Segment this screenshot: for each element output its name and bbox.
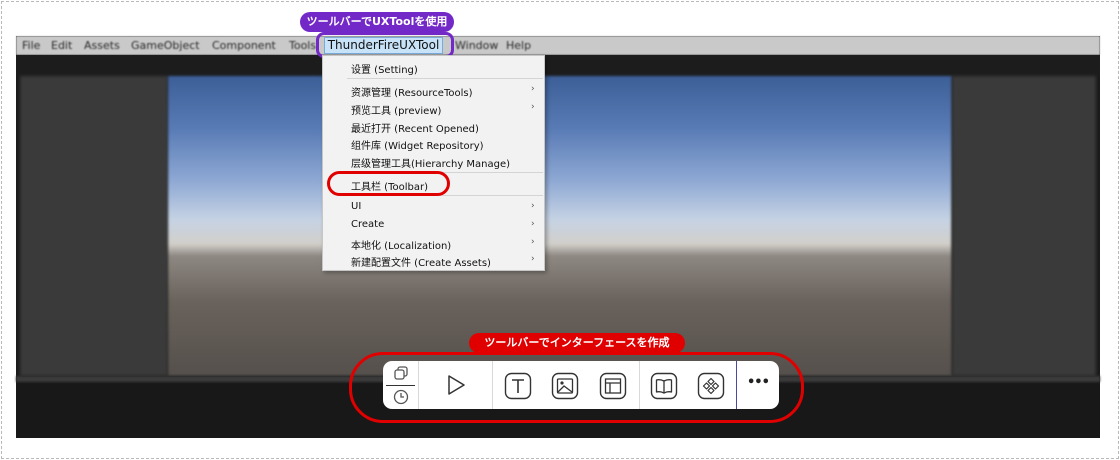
hierarchy-panel — [20, 76, 168, 376]
submenu-arrow-icon: › — [531, 201, 535, 211]
text-icon[interactable] — [504, 372, 532, 400]
submenu-arrow-icon: › — [531, 219, 535, 229]
scene-viewport[interactable] — [168, 76, 952, 376]
menu-bar: File Edit Assets GameObject Component To… — [16, 36, 1100, 55]
menu-window[interactable]: Window — [455, 39, 498, 52]
menu-item-hierarchy-manage[interactable]: 层级管理工具(Hierarchy Manage) — [351, 155, 510, 170]
menu-item-create[interactable]: Create — [351, 219, 384, 230]
menu-item-resource-tools[interactable]: 资源管理 (ResourceTools) — [351, 84, 472, 99]
menu-item-ui[interactable]: UI — [351, 201, 361, 212]
book-icon[interactable] — [650, 372, 678, 400]
layout-icon[interactable] — [599, 372, 627, 400]
submenu-arrow-icon: › — [531, 102, 535, 112]
widget-icon[interactable] — [697, 372, 725, 400]
submenu-arrow-icon: › — [531, 254, 535, 264]
group-divider — [386, 385, 415, 386]
duplicate-icon[interactable] — [392, 365, 410, 383]
menu-file[interactable]: File — [22, 39, 40, 52]
clock-icon[interactable] — [392, 388, 410, 406]
annotation-badge-create-interface: ツールバーでインターフェースを作成 — [469, 333, 685, 353]
menu-help[interactable]: Help — [506, 39, 531, 52]
inspector-panel — [952, 76, 1096, 376]
thunderfire-dropdown-menu: 设置 (Setting) 资源管理 (ResourceTools) › 预览工具… — [322, 55, 545, 271]
image-icon[interactable] — [551, 372, 579, 400]
annotation-highlight-toolbar-item — [327, 171, 450, 196]
toolbar-divider — [492, 361, 493, 409]
toolbar-divider — [418, 361, 419, 409]
submenu-arrow-icon: › — [531, 237, 535, 247]
menu-item-create-assets[interactable]: 新建配置文件 (Create Assets) — [351, 254, 491, 269]
menu-item-preview[interactable]: 预览工具 (preview) — [351, 102, 441, 117]
editor-toolbar-strip — [16, 55, 1100, 76]
toolbar-divider — [639, 361, 640, 409]
menu-item-setting[interactable]: 设置 (Setting) — [351, 61, 418, 76]
menu-component[interactable]: Component — [212, 39, 276, 52]
menu-assets[interactable]: Assets — [84, 39, 120, 52]
ux-toolbar: ••• — [383, 361, 779, 409]
submenu-arrow-icon: › — [531, 84, 535, 94]
menu-item-widget-repository[interactable]: 组件库 (Widget Repository) — [351, 137, 484, 152]
menu-separator — [347, 78, 543, 79]
more-icon[interactable]: ••• — [747, 375, 770, 390]
menu-item-recent-opened[interactable]: 最近打开 (Recent Opened) — [351, 120, 479, 135]
menu-item-localization[interactable]: 本地化 (Localization) — [351, 237, 451, 252]
menu-gameobject[interactable]: GameObject — [131, 39, 200, 52]
menu-edit[interactable]: Edit — [51, 39, 72, 52]
toolbar-divider — [736, 361, 737, 409]
menu-tools[interactable]: Tools — [289, 39, 316, 52]
play-icon[interactable] — [444, 373, 468, 397]
annotation-badge-use-uxtool: ツールバーでUXToolを使用 — [300, 12, 454, 32]
toolbar-history-group — [383, 361, 418, 409]
